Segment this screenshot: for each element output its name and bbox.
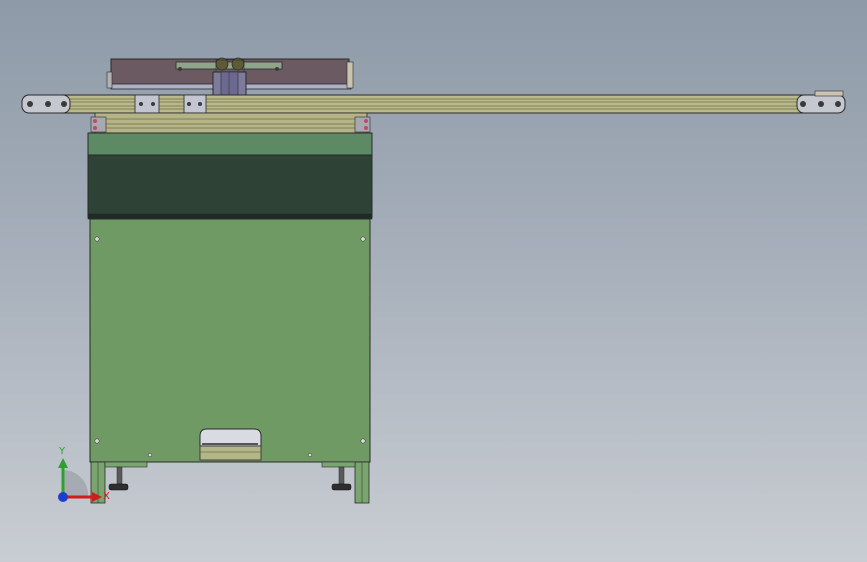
y-axis-label: Y xyxy=(58,446,66,457)
conveyor-belt-housing[interactable] xyxy=(87,132,373,220)
x-axis-label: X xyxy=(103,491,110,502)
assembly-model[interactable]: Y X xyxy=(0,0,867,562)
triad-plane-icon xyxy=(63,469,89,497)
right-leg-assembly[interactable] xyxy=(321,461,370,504)
main-cabinet[interactable] xyxy=(89,218,371,463)
linear-rail[interactable] xyxy=(21,90,846,114)
cross-member[interactable] xyxy=(90,112,371,134)
cad-viewport[interactable]: Y X xyxy=(0,0,867,562)
z-axis-dot xyxy=(58,492,68,502)
